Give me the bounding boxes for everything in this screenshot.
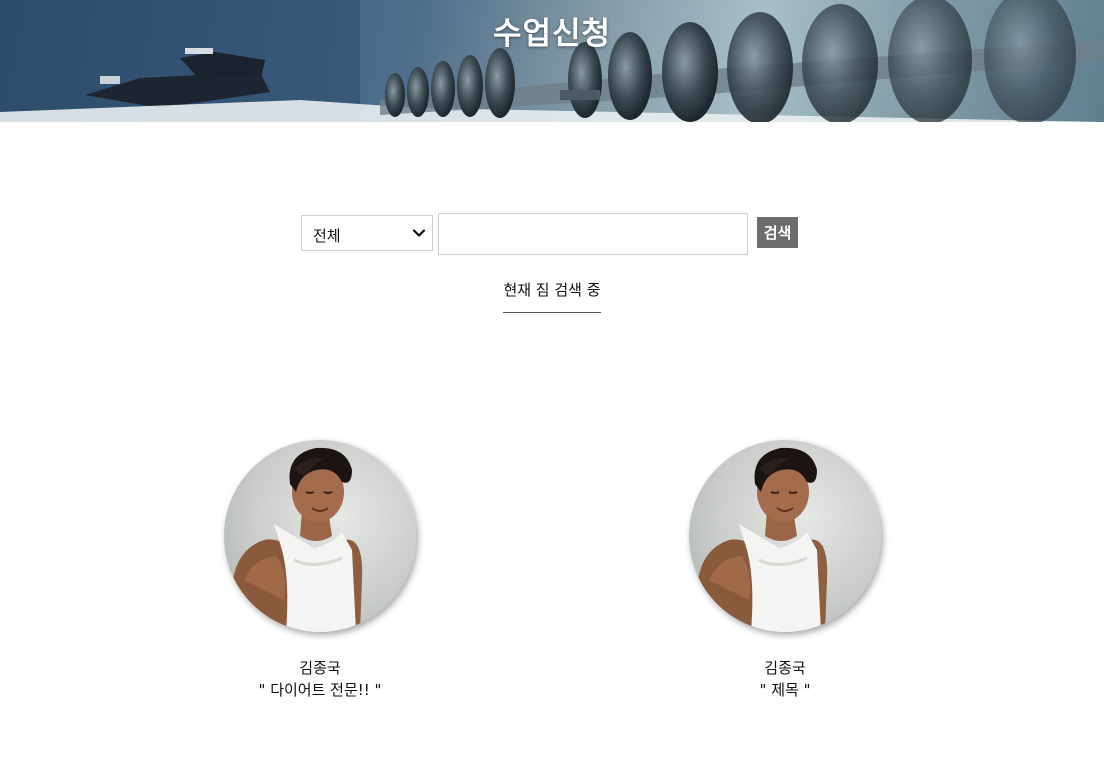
trainer-photo [697,447,828,632]
trainer-description: " 제목 " [759,681,811,699]
page-title: 수업신청 [492,16,612,52]
category-select-value: 전체 [313,227,341,245]
trainer-avatar[interactable] [689,440,881,632]
trainer-photo [232,447,363,632]
trainer-avatar[interactable] [224,440,416,632]
trainer-description: " 다이어트 전문!! " [258,681,382,699]
trainer-name: 김종국 [299,659,341,677]
search-status-text: 현재 짐 검색 중 [503,279,601,313]
trainer-card[interactable]: 김종국 " 다이어트 전문!! " [190,440,450,701]
trainer-card[interactable]: 김종국 " 제목 " [655,440,915,701]
chevron-down-icon [412,229,426,237]
page-banner: 수업신청 [0,0,1104,122]
category-select[interactable]: 전체 [301,215,433,251]
search-button[interactable]: 검색 [757,217,798,248]
trainer-name: 김종국 [764,659,806,677]
search-input[interactable] [438,213,748,255]
search-status: 현재 짐 검색 중 [0,279,1104,313]
